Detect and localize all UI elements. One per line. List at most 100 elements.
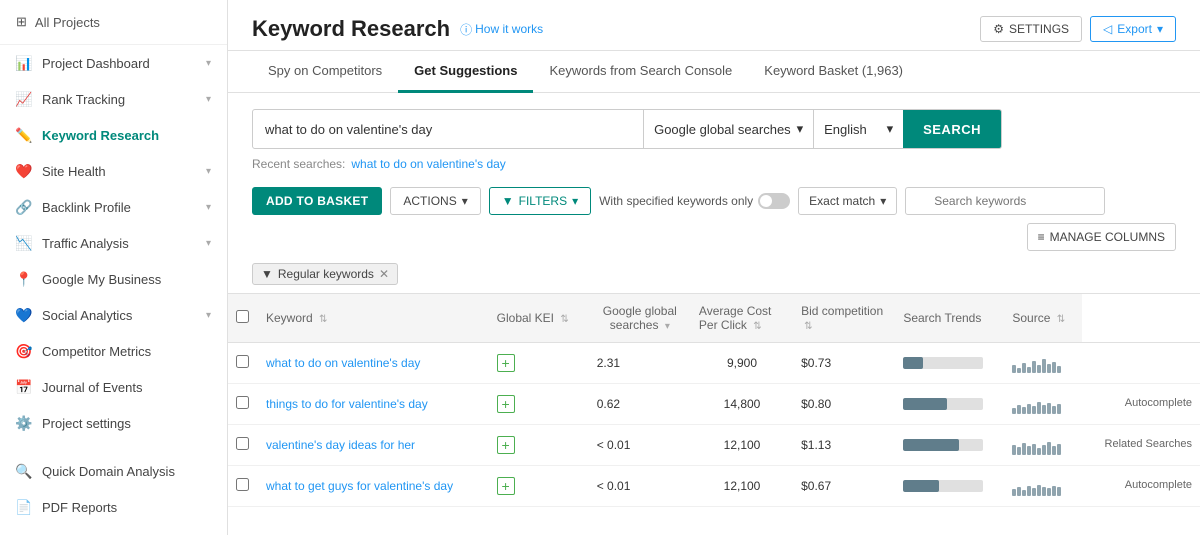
chevron-down-icon: ▾ bbox=[572, 194, 578, 208]
row-checkbox[interactable] bbox=[236, 355, 249, 368]
sidebar-item-quick-domain-analysis[interactable]: 🔍 Quick Domain Analysis bbox=[0, 453, 227, 489]
search-keywords-wrapper: 🔍 bbox=[905, 187, 1105, 215]
source-value bbox=[1082, 343, 1200, 384]
search-row: Google global searches ▾ English ▾ SEARC… bbox=[252, 109, 1002, 149]
add-keyword-button[interactable]: + bbox=[497, 436, 515, 454]
row-checkbox[interactable] bbox=[236, 478, 249, 491]
exact-match-button[interactable]: Exact match ▾ bbox=[798, 187, 897, 215]
bid-competition-bar bbox=[895, 466, 1004, 507]
question-icon: ⓘ bbox=[460, 21, 472, 38]
th-source: Source ⇅ bbox=[1004, 294, 1082, 343]
th-avg-cost: Average Cost Per Click ⇅ bbox=[691, 294, 793, 343]
journal-icon: 📅 bbox=[16, 379, 32, 395]
toolbar: ADD TO BASKET ACTIONS ▾ ▼ FILTERS ▾ With… bbox=[228, 179, 1200, 259]
chevron-down-icon: ▾ bbox=[462, 194, 468, 208]
search-trends-chart bbox=[1004, 425, 1082, 466]
chevron-icon: ▾ bbox=[206, 238, 211, 249]
tab-keyword-basket[interactable]: Keyword Basket (1,963) bbox=[748, 51, 919, 93]
sidebar-item-keyword-research[interactable]: ✏️ Keyword Research bbox=[0, 117, 227, 153]
search-area: Google global searches ▾ English ▾ SEARC… bbox=[228, 93, 1200, 179]
sidebar-item-seo-leads[interactable]: ⚡ SEO Leads bbox=[0, 525, 227, 535]
keyword-link[interactable]: valentine's day ideas for her bbox=[266, 438, 415, 452]
page-title-area: Keyword Research ⓘ How it works bbox=[252, 16, 543, 42]
remove-filter-button[interactable]: ✕ bbox=[379, 267, 389, 281]
chevron-down-icon: ▾ bbox=[887, 121, 894, 137]
sort-icon[interactable]: ▾ bbox=[665, 321, 670, 332]
avg-cost-value: $0.80 bbox=[793, 384, 895, 425]
traffic-icon: 📉 bbox=[16, 235, 32, 251]
page-header: Keyword Research ⓘ How it works ⚙ SETTIN… bbox=[228, 0, 1200, 51]
th-keyword: Keyword ⇅ bbox=[258, 294, 489, 343]
sort-icon[interactable]: ⇅ bbox=[319, 314, 327, 325]
sort-icon[interactable]: ⇅ bbox=[560, 314, 568, 325]
sidebar-item-site-health[interactable]: ❤️ Site Health ▾ bbox=[0, 153, 227, 189]
avg-cost-value: $0.67 bbox=[793, 466, 895, 507]
with-specified-label: With specified keywords only bbox=[599, 193, 790, 209]
sidebar-item-project-dashboard[interactable]: 📊 Project Dashboard ▾ bbox=[0, 45, 227, 81]
row-checkbox[interactable] bbox=[236, 396, 249, 409]
keyword-link[interactable]: what to do on valentine's day bbox=[266, 356, 420, 370]
chevron-down-icon: ▾ bbox=[880, 194, 886, 208]
th-bid-competition: Bid competition ⇅ bbox=[793, 294, 895, 343]
sidebar-item-social-analytics[interactable]: 💙 Social Analytics ▾ bbox=[0, 297, 227, 333]
add-keyword-button[interactable]: + bbox=[497, 477, 515, 495]
tabs-bar: Spy on Competitors Get Suggestions Keywo… bbox=[228, 51, 1200, 93]
how-it-works-link[interactable]: ⓘ How it works bbox=[460, 21, 543, 38]
table-row: what to get guys for valentine's day+< 0… bbox=[228, 466, 1200, 507]
sidebar-item-pdf-reports[interactable]: 📄 PDF Reports bbox=[0, 489, 227, 525]
search-trends-chart bbox=[1004, 466, 1082, 507]
site-health-icon: ❤️ bbox=[16, 163, 32, 179]
manage-columns-button[interactable]: ≡ MANAGE COLUMNS bbox=[1027, 223, 1176, 251]
add-keyword-button[interactable]: + bbox=[497, 395, 515, 413]
source-value: Autocomplete bbox=[1082, 466, 1200, 507]
tab-get-suggestions[interactable]: Get Suggestions bbox=[398, 51, 533, 93]
settings-button[interactable]: ⚙ SETTINGS bbox=[980, 16, 1082, 42]
all-projects-link[interactable]: ⊞ All Projects bbox=[0, 0, 227, 45]
search-keywords-input[interactable] bbox=[905, 187, 1105, 215]
sort-icon[interactable]: ⇅ bbox=[753, 321, 761, 332]
sidebar-item-competitor-metrics[interactable]: 🎯 Competitor Metrics bbox=[0, 333, 227, 369]
sort-icon[interactable]: ⇅ bbox=[1057, 314, 1065, 325]
sidebar-item-rank-tracking[interactable]: 📈 Rank Tracking ▾ bbox=[0, 81, 227, 117]
actions-button[interactable]: ACTIONS ▾ bbox=[390, 187, 480, 215]
search-button[interactable]: SEARCH bbox=[903, 110, 1001, 148]
language-select[interactable]: English ▾ bbox=[813, 110, 903, 148]
table-row: what to do on valentine's day+2.319,900$… bbox=[228, 343, 1200, 384]
kei-value: < 0.01 bbox=[589, 425, 691, 466]
source-value: Autocomplete bbox=[1082, 384, 1200, 425]
sidebar-item-project-settings[interactable]: ⚙️ Project settings bbox=[0, 405, 227, 441]
th-google-searches: Google global searches ▾ bbox=[589, 294, 691, 343]
table-row: valentine's day ideas for her + < 0.0112,1… bbox=[228, 425, 1200, 466]
sidebar-item-traffic-analysis[interactable]: 📉 Traffic Analysis ▾ bbox=[0, 225, 227, 261]
google-searches-value: 12,100 bbox=[691, 425, 793, 466]
keyword-link[interactable]: what to get guys for valentine's day bbox=[266, 479, 453, 493]
sidebar: ⊞ All Projects 📊 Project Dashboard ▾ 📈 R… bbox=[0, 0, 228, 535]
sidebar-item-backlink-profile[interactable]: 🔗 Backlink Profile ▾ bbox=[0, 189, 227, 225]
tab-spy-on-competitors[interactable]: Spy on Competitors bbox=[252, 51, 398, 93]
keywords-table: Keyword ⇅ Global KEI ⇅ Google global sea… bbox=[228, 293, 1200, 507]
quick-domain-icon: 🔍 bbox=[16, 463, 32, 479]
export-button[interactable]: ◁ Export ▾ bbox=[1090, 16, 1176, 42]
recent-search-link[interactable]: what to do on valentine's day bbox=[351, 157, 505, 171]
bid-competition-bar bbox=[895, 425, 1004, 466]
filters-button[interactable]: ▼ FILTERS ▾ bbox=[489, 187, 591, 215]
tab-keywords-from-search-console[interactable]: Keywords from Search Console bbox=[533, 51, 748, 93]
add-to-basket-button[interactable]: ADD TO BASKET bbox=[252, 187, 382, 215]
select-all-checkbox[interactable] bbox=[236, 310, 249, 323]
add-keyword-button[interactable]: + bbox=[497, 354, 515, 372]
chevron-icon: ▾ bbox=[206, 202, 211, 213]
search-trends-chart bbox=[1004, 343, 1082, 384]
sidebar-item-journal-of-events[interactable]: 📅 Journal of Events bbox=[0, 369, 227, 405]
google-searches-value: 12,100 bbox=[691, 466, 793, 507]
sort-icon[interactable]: ⇅ bbox=[804, 321, 812, 332]
engine-select[interactable]: Google global searches ▾ bbox=[643, 110, 813, 148]
toggle-specified-keywords[interactable] bbox=[758, 193, 790, 209]
rank-tracking-icon: 📈 bbox=[16, 91, 32, 107]
keyword-research-icon: ✏️ bbox=[16, 127, 32, 143]
gear-icon: ⚙ bbox=[993, 22, 1004, 36]
row-checkbox[interactable] bbox=[236, 437, 249, 450]
sidebar-item-google-my-business[interactable]: 📍 Google My Business bbox=[0, 261, 227, 297]
keyword-link[interactable]: things to do for valentine's day bbox=[266, 397, 428, 411]
pdf-icon: 📄 bbox=[16, 499, 32, 515]
search-input[interactable] bbox=[253, 113, 643, 146]
